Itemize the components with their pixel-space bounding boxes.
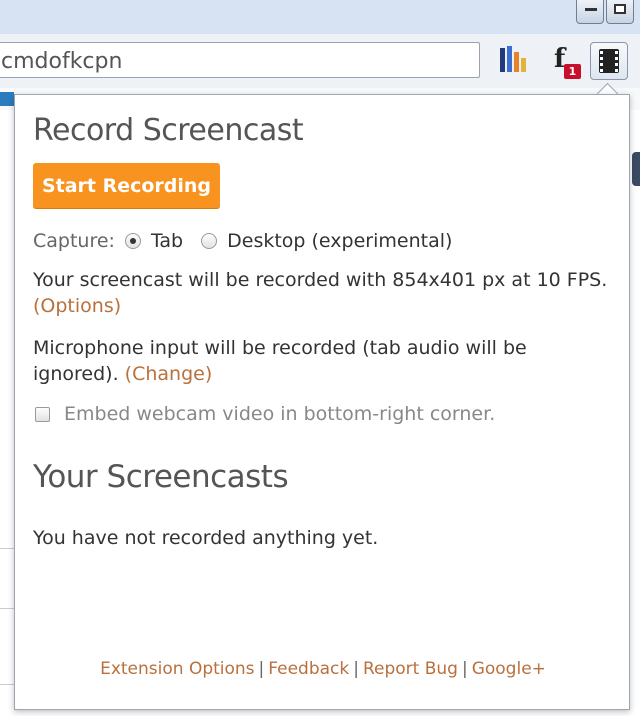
- bookmark-icon[interactable]: [0, 92, 14, 106]
- address-bar-text: cmdofkcpn: [1, 49, 123, 74]
- screencast-popup: Record Screencast Start Recording Captur…: [14, 94, 630, 710]
- browser-toolbar: cmdofkcpn: [0, 34, 640, 89]
- empty-state-text: You have not recorded anything yet.: [33, 527, 379, 549]
- google-plus-link[interactable]: Google+: [472, 659, 546, 679]
- notification-badge: 1: [564, 64, 581, 79]
- minimize-icon: [585, 8, 597, 11]
- window-controls: [576, 0, 634, 24]
- microphone-text: Microphone input will be recorded (tab a…: [33, 337, 527, 385]
- capture-options: Capture: Tab Desktop (experimental): [33, 229, 470, 253]
- microphone-info: Microphone input will be recorded (tab a…: [33, 335, 553, 387]
- window-titlebar: [0, 0, 640, 34]
- capture-label: Capture:: [33, 230, 115, 252]
- screencasts-title: Your Screencasts: [33, 459, 289, 495]
- webcam-label[interactable]: Embed webcam video in bottom-right corne…: [64, 403, 495, 425]
- footer-separator: |: [353, 659, 359, 679]
- footer-separator: |: [461, 659, 468, 679]
- feedback-link[interactable]: Feedback: [268, 659, 349, 679]
- restore-icon: [614, 4, 626, 14]
- resolution-info: Your screencast will be recorded with 85…: [33, 267, 623, 319]
- page-divider: [0, 608, 14, 609]
- capture-desktop-label[interactable]: Desktop (experimental): [227, 230, 452, 252]
- extension-f-icon[interactable]: f 1: [552, 44, 586, 79]
- screencast-extension-button[interactable]: [590, 42, 628, 80]
- page-avatar-fragment: [632, 152, 640, 186]
- film-icon: [599, 49, 619, 73]
- webcam-option[interactable]: Embed webcam video in bottom-right corne…: [35, 403, 495, 425]
- capture-tab-label[interactable]: Tab: [151, 230, 183, 252]
- minimize-button[interactable]: [576, 0, 604, 24]
- capture-tab-radio[interactable]: [124, 233, 141, 249]
- webcam-checkbox[interactable]: [35, 406, 50, 422]
- restore-button[interactable]: [606, 0, 634, 24]
- page-divider: [0, 684, 14, 685]
- resolution-text: Your screencast will be recorded with 85…: [33, 269, 608, 291]
- options-link[interactable]: (Options): [33, 295, 121, 317]
- page-divider: [0, 548, 14, 549]
- popup-footer: Extension Options | Feedback | Report Bug | Go…: [15, 659, 631, 679]
- footer-separator: |: [258, 659, 265, 679]
- start-recording-button[interactable]: Start Recording: [33, 163, 220, 208]
- change-link[interactable]: (Change): [125, 363, 213, 385]
- popup-title: Record Screencast: [33, 113, 304, 148]
- extension-options-link[interactable]: Extension Options: [100, 659, 254, 679]
- address-bar[interactable]: cmdofkcpn: [0, 42, 480, 78]
- capture-desktop-radio[interactable]: [201, 233, 218, 249]
- extension-bars-icon[interactable]: [498, 44, 532, 78]
- report-bug-link[interactable]: Report Bug: [363, 659, 458, 679]
